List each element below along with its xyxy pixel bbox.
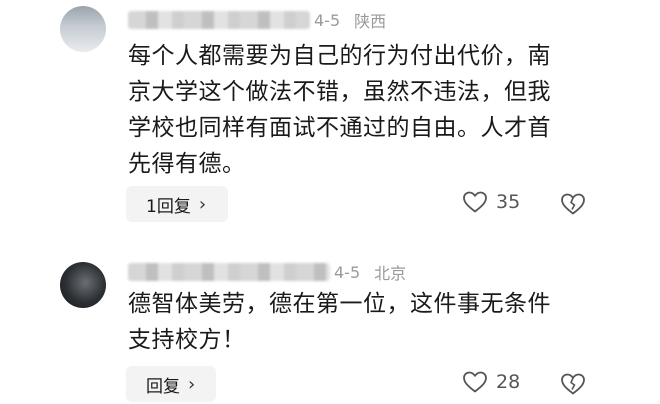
heart-icon: [463, 191, 487, 213]
like-button[interactable]: 35: [462, 190, 520, 214]
avatar[interactable]: [60, 6, 106, 52]
comment-meta: 4-5 北京: [128, 260, 406, 284]
username-blurred[interactable]: [128, 263, 330, 281]
comment-location: 陕西: [354, 12, 387, 31]
dislike-button[interactable]: [560, 372, 586, 396]
comment-item: 4-5 陕西 每个人都需要为自己的行为付出代价，南 京大学这个做法不错，虽然不违…: [0, 0, 660, 232]
like-count: 35: [496, 191, 521, 213]
avatar[interactable]: [60, 262, 106, 308]
comment-item: 4-5 北京 德智体美劳，德在第一位，这件事无条件 支持校方！ 回复 › 28: [0, 252, 660, 404]
comment-date: 4-5: [314, 10, 341, 30]
reply-label: 1回复: [146, 196, 191, 217]
username-blurred[interactable]: [128, 11, 310, 29]
chevron-right-icon: ›: [198, 193, 207, 215]
reply-button[interactable]: 1回复 ›: [126, 186, 228, 222]
comment-location: 北京: [374, 264, 407, 283]
reply-button[interactable]: 回复 ›: [126, 366, 216, 402]
comment-text: 每个人都需要为自己的行为付出代价，南 京大学这个做法不错，虽然不违法，但我 学校…: [128, 43, 551, 177]
comment-text: 德智体美劳，德在第一位，这件事无条件 支持校方！: [128, 291, 551, 353]
dislike-button[interactable]: [560, 192, 586, 216]
comment-date: 4-5: [334, 262, 361, 282]
like-count: 28: [496, 371, 521, 393]
comment-meta: 4-5 陕西: [128, 8, 386, 32]
broken-heart-icon: [561, 193, 585, 215]
heart-icon: [463, 371, 487, 393]
like-button[interactable]: 28: [462, 370, 520, 394]
chevron-right-icon: ›: [188, 373, 196, 395]
broken-heart-icon: [561, 373, 585, 395]
reply-label: 回复: [146, 376, 180, 397]
